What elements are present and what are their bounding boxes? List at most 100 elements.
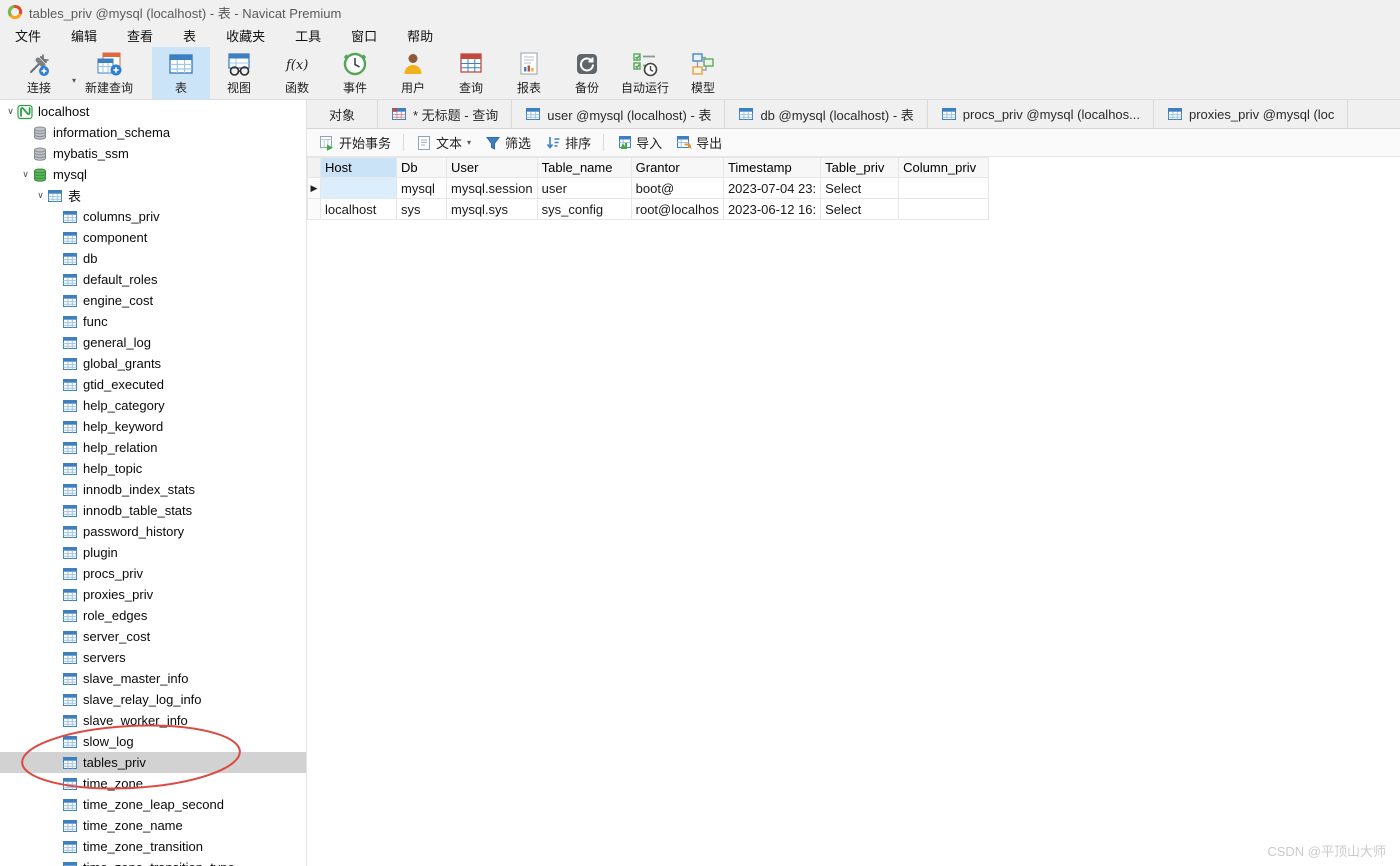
menu-item-查看[interactable]: 查看 bbox=[112, 24, 168, 47]
grid-cell[interactable]: sys_config bbox=[536, 198, 632, 220]
grid-cell[interactable]: mysql bbox=[396, 177, 447, 199]
grid-column-header-grantor[interactable]: Grantor bbox=[630, 157, 724, 178]
sidebar-item-slave-relay-log-info[interactable]: slave_relay_log_info bbox=[0, 689, 306, 710]
sidebar-item-time-zone-leap-second[interactable]: time_zone_leap_second bbox=[0, 794, 306, 815]
sidebar-item-servers[interactable]: servers bbox=[0, 647, 306, 668]
grid-column-header-host[interactable]: Host bbox=[320, 157, 397, 178]
tab-无标题-查询[interactable]: * 无标题 - 查询 bbox=[378, 100, 513, 128]
grid-cell[interactable]: localhost bbox=[320, 198, 397, 220]
grid-cell[interactable]: root@localhos bbox=[630, 198, 724, 220]
toolbar-button-自动运行[interactable]: 自动运行 bbox=[616, 47, 674, 99]
menu-item-帮助[interactable]: 帮助 bbox=[392, 24, 448, 47]
sidebar-item-表[interactable]: ∨ 表 bbox=[0, 185, 306, 206]
sidebar-item-mybatis-ssm[interactable]: mybatis_ssm bbox=[0, 143, 306, 164]
grid-column-header-user[interactable]: User bbox=[446, 157, 538, 178]
grid-cell[interactable]: sys bbox=[396, 198, 447, 220]
sidebar-item-help-relation[interactable]: help_relation bbox=[0, 437, 306, 458]
sidebar-item-localhost[interactable]: ∨ localhost bbox=[0, 101, 306, 122]
toolbar-button-事件[interactable]: 事件 bbox=[326, 47, 384, 99]
grid-column-header-table-priv[interactable]: Table_priv bbox=[820, 157, 900, 178]
dropdown-caret[interactable]: ▾ bbox=[467, 138, 471, 147]
sidebar-item-password-history[interactable]: password_history bbox=[0, 521, 306, 542]
grid-cell[interactable] bbox=[320, 177, 397, 199]
toolbar-button-备份[interactable]: 备份 bbox=[558, 47, 616, 99]
sidebar-item-func[interactable]: func bbox=[0, 311, 306, 332]
sidebar-item-server-cost[interactable]: server_cost bbox=[0, 626, 306, 647]
sidebar-item-component[interactable]: component bbox=[0, 227, 306, 248]
table-toolbar-button-文本[interactable]: 文本 ▾ bbox=[409, 132, 478, 154]
menu-item-工具[interactable]: 工具 bbox=[280, 24, 336, 47]
sidebar-item-db[interactable]: db bbox=[0, 248, 306, 269]
grid-cell[interactable]: user bbox=[536, 177, 632, 199]
toolbar-button-表[interactable]: 表 bbox=[152, 47, 210, 99]
grid-row-marker[interactable] bbox=[307, 198, 321, 220]
tab-user-mysql-localhost-表[interactable]: user @mysql (localhost) - 表 bbox=[512, 100, 726, 128]
menu-item-表[interactable]: 表 bbox=[168, 24, 211, 47]
toolbar-button-查询[interactable]: 查询 bbox=[442, 47, 500, 99]
grid-column-header-column-priv[interactable]: Column_priv bbox=[898, 157, 990, 178]
sidebar-item-time-zone-transition-type[interactable]: time_zone_transition_type bbox=[0, 857, 306, 866]
grid-cell[interactable]: Select bbox=[820, 177, 900, 199]
sidebar-item-plugin[interactable]: plugin bbox=[0, 542, 306, 563]
sidebar-item-global-grants[interactable]: global_grants bbox=[0, 353, 306, 374]
grid-cell[interactable]: mysql.sys bbox=[446, 198, 538, 220]
grid-column-header-table-name[interactable]: Table_name bbox=[536, 157, 632, 178]
sidebar-item-time-zone-transition[interactable]: time_zone_transition bbox=[0, 836, 306, 857]
tab-db-mysql-localhost-表[interactable]: db @mysql (localhost) - 表 bbox=[725, 100, 928, 128]
grid-cell[interactable]: Select bbox=[820, 198, 900, 220]
sidebar-item-general-log[interactable]: general_log bbox=[0, 332, 306, 353]
menu-item-编辑[interactable]: 编辑 bbox=[56, 24, 112, 47]
sidebar-item-help-category[interactable]: help_category bbox=[0, 395, 306, 416]
toolbar-button-函数[interactable]: f(x) 函数 bbox=[268, 47, 326, 99]
grid-cell[interactable]: mysql.session bbox=[446, 177, 538, 199]
table-toolbar-button-排序[interactable]: 排序 bbox=[538, 132, 598, 154]
sidebar-item-slave-master-info[interactable]: slave_master_info bbox=[0, 668, 306, 689]
sidebar-item-information-schema[interactable]: information_schema bbox=[0, 122, 306, 143]
grid-column-header-db[interactable]: Db bbox=[396, 157, 447, 178]
sidebar-item-time-zone-name[interactable]: time_zone_name bbox=[0, 815, 306, 836]
sidebar-item-role-edges[interactable]: role_edges bbox=[0, 605, 306, 626]
toolbar-button-用户[interactable]: 用户 bbox=[384, 47, 442, 99]
table-toolbar-button-筛选[interactable]: 筛选 bbox=[478, 132, 538, 154]
toolbar-button-视图[interactable]: 视图 bbox=[210, 47, 268, 99]
sidebar-item-columns-priv[interactable]: columns_priv bbox=[0, 206, 306, 227]
grid-cell[interactable] bbox=[898, 198, 990, 220]
toolbar-button-新建查询[interactable]: 新建查询 bbox=[80, 47, 138, 99]
sidebar-item-innodb-table-stats[interactable]: innodb_table_stats bbox=[0, 500, 306, 521]
tab-procs-priv-mysql-localhos[interactable]: procs_priv @mysql (localhos... bbox=[928, 100, 1154, 128]
sidebar-item-default-roles[interactable]: default_roles bbox=[0, 269, 306, 290]
grid-column-header-timestamp[interactable]: Timestamp bbox=[722, 157, 822, 178]
chevron-down-icon[interactable]: ∨ bbox=[34, 190, 47, 201]
sidebar-item-mysql[interactable]: ∨ mysql bbox=[0, 164, 306, 185]
sidebar-item-engine-cost[interactable]: engine_cost bbox=[0, 290, 306, 311]
grid-cell[interactable]: 2023-06-12 16: bbox=[722, 198, 822, 220]
sidebar-item-slow-log[interactable]: slow_log bbox=[0, 731, 306, 752]
menu-item-窗口[interactable]: 窗口 bbox=[336, 24, 392, 47]
grid-row-marker[interactable]: ▶ bbox=[307, 177, 321, 199]
sidebar-item-tables-priv[interactable]: tables_priv bbox=[0, 752, 306, 773]
table-toolbar-button-导入[interactable]: 导入 bbox=[609, 132, 669, 154]
toolbar-button-报表[interactable]: 报表 bbox=[500, 47, 558, 99]
grid-cell[interactable] bbox=[898, 177, 990, 199]
table-toolbar-button-开始事务[interactable]: 开始事务 bbox=[312, 132, 398, 154]
menu-item-文件[interactable]: 文件 bbox=[0, 24, 56, 47]
chevron-down-icon[interactable]: ∨ bbox=[19, 169, 32, 180]
toolbar-dropdown-caret[interactable]: ▾ bbox=[68, 47, 80, 99]
toolbar-button-连接[interactable]: 连接 bbox=[10, 47, 68, 99]
sidebar-item-time-zone[interactable]: time_zone bbox=[0, 773, 306, 794]
sidebar-item-help-keyword[interactable]: help_keyword bbox=[0, 416, 306, 437]
sidebar-item-help-topic[interactable]: help_topic bbox=[0, 458, 306, 479]
sidebar-item-innodb-index-stats[interactable]: innodb_index_stats bbox=[0, 479, 306, 500]
tab-proxies-priv-mysql-loc[interactable]: proxies_priv @mysql (loc bbox=[1154, 100, 1349, 128]
table-toolbar-button-导出[interactable]: 导出 bbox=[669, 132, 729, 154]
sidebar-item-slave-worker-info[interactable]: slave_worker_info bbox=[0, 710, 306, 731]
tab-对象[interactable]: 对象 bbox=[307, 100, 379, 128]
sidebar-item-gtid-executed[interactable]: gtid_executed bbox=[0, 374, 306, 395]
chevron-down-icon[interactable]: ∨ bbox=[4, 106, 17, 117]
sidebar-item-proxies-priv[interactable]: proxies_priv bbox=[0, 584, 306, 605]
grid-cell[interactable]: boot@ bbox=[630, 177, 724, 199]
menu-item-收藏夹[interactable]: 收藏夹 bbox=[211, 24, 280, 47]
toolbar-button-模型[interactable]: 模型 bbox=[674, 47, 732, 99]
sidebar-item-procs-priv[interactable]: procs_priv bbox=[0, 563, 306, 584]
grid-cell[interactable]: 2023-07-04 23: bbox=[722, 177, 822, 199]
